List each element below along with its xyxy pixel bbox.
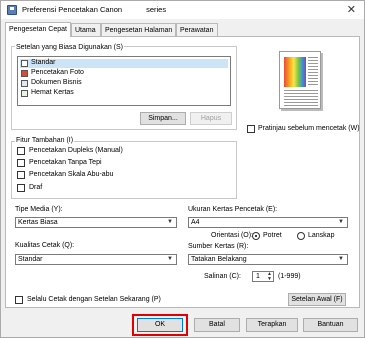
tab-panel: Setelan yang Biasa Digunakan (S) Standar… (5, 36, 360, 308)
close-icon[interactable]: ✕ (347, 3, 356, 16)
paper-saving-icon (21, 90, 28, 97)
list-item[interactable]: Standar (20, 59, 228, 68)
draft-checkbox[interactable] (17, 184, 25, 192)
preview-checkbox-label: Pratinjau sebelum mencetak (W) (258, 125, 360, 132)
preview-text-lines (308, 57, 318, 87)
preview-text-lines (284, 90, 318, 106)
chevron-down-icon[interactable]: ▼ (266, 277, 273, 282)
paper-size-select[interactable]: A4 ▼ (188, 217, 348, 228)
copies-value: 1 (256, 273, 260, 280)
paper-source-value: Tatakan Belakang (191, 256, 247, 263)
paper-source-label: Sumber Kertas (R): (188, 243, 249, 250)
list-item[interactable]: Pencetakan Foto (20, 69, 228, 78)
printing-preferences-dialog: Preferensi Pencetakan Canon series ✕ Peng… (0, 0, 365, 338)
print-quality-label: Kualitas Cetak (Q): (15, 242, 75, 249)
window-title: Preferensi Pencetakan Canon series (22, 5, 166, 14)
print-quality-value: Standar (18, 256, 43, 263)
tab-quick-setup[interactable]: Pengesetan Cepat (5, 22, 71, 37)
chevron-down-icon: ▼ (167, 219, 173, 225)
grayscale-label: Pencetakan Skala Abu-abu (29, 171, 114, 178)
copies-label: Salinan (C): (204, 273, 241, 280)
preview-checkbox[interactable] (247, 125, 255, 133)
always-print-checkbox[interactable] (15, 296, 23, 304)
window-title-suffix: series (146, 5, 167, 14)
borderless-checkbox[interactable] (17, 159, 25, 167)
always-print-label: Selalu Cetak dengan Setelan Sekarang (P) (27, 296, 161, 303)
landscape-radio[interactable] (297, 232, 305, 240)
ok-button-highlight (132, 314, 188, 336)
paper-size-label: Ukuran Kertas Pencetak (E): (188, 206, 278, 213)
orientation-label: Orientasi (O): (211, 232, 254, 239)
save-button[interactable]: Simpan... (140, 112, 186, 125)
grayscale-checkbox[interactable] (17, 171, 25, 179)
paper-source-select[interactable]: Tatakan Belakang ▼ (188, 254, 348, 265)
list-item-label: Hemat Kertas (31, 89, 74, 96)
tab-main[interactable]: Utama (71, 23, 101, 37)
paper-size-value: A4 (191, 219, 200, 226)
portrait-label: Potret (263, 232, 282, 239)
list-item-label: Pencetakan Foto (31, 69, 84, 76)
tab-page-setup[interactable]: Pengesetan Halaman (101, 23, 176, 37)
list-item[interactable]: Hemat Kertas (20, 89, 228, 98)
duplex-label: Pencetakan Dupleks (Manual) (29, 147, 123, 154)
photo-print-icon (21, 70, 28, 77)
cancel-button[interactable]: Batal (194, 318, 240, 332)
list-item[interactable]: Dokumen Bisnis (20, 79, 228, 88)
print-quality-select[interactable]: Standar ▼ (15, 254, 177, 265)
copies-range: (1-999) (278, 273, 301, 280)
window-title-text: Preferensi Pencetakan Canon (22, 5, 123, 14)
standard-document-icon (21, 60, 28, 67)
chevron-down-icon: ▼ (338, 256, 344, 262)
defaults-button[interactable]: Setelan Awal (F) (288, 293, 346, 306)
chevron-down-icon: ▼ (338, 219, 344, 225)
media-type-label: Tipe Media (Y): (15, 206, 63, 213)
list-item-label: Standar (31, 59, 56, 66)
draft-label: Draf (29, 184, 43, 191)
landscape-label: Lanskap (308, 232, 335, 239)
duplex-checkbox[interactable] (17, 147, 25, 155)
additional-features-label: Fitur Tambahan (I) (15, 137, 75, 144)
printer-icon (7, 5, 17, 15)
portrait-radio[interactable] (252, 232, 260, 240)
copies-stepper[interactable]: 1 ▲ ▼ (252, 271, 274, 282)
help-button[interactable]: Bantuan (303, 318, 358, 332)
borderless-label: Pencetakan Tanpa Tepi (29, 159, 102, 166)
preview-image (284, 57, 306, 87)
list-item-label: Dokumen Bisnis (31, 79, 82, 86)
chevron-down-icon: ▼ (167, 256, 173, 262)
common-settings-list[interactable]: Standar Pencetakan Foto Dokumen Bisnis H… (17, 56, 231, 106)
title-bar: Preferensi Pencetakan Canon series ✕ (1, 1, 364, 19)
business-document-icon (21, 80, 28, 87)
media-type-value: Kertas Biasa (18, 219, 58, 226)
delete-button[interactable]: Hapus (190, 112, 232, 125)
page-preview (279, 51, 321, 109)
media-type-select[interactable]: Kertas Biasa ▼ (15, 217, 177, 228)
apply-button[interactable]: Terapkan (246, 318, 298, 332)
common-settings-label: Setelan yang Biasa Digunakan (S) (15, 44, 125, 51)
tab-maintenance[interactable]: Perawatan (176, 23, 218, 37)
